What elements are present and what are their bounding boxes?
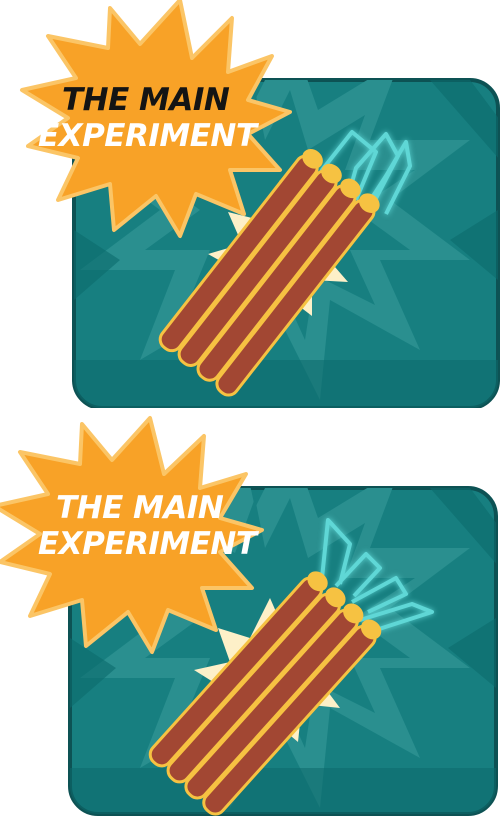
title-line-2: EXPERIMENT (38, 118, 260, 154)
title-line-1: THE MAIN (56, 490, 224, 526)
experiment-card-2[interactable]: THE MAIN EXPERIMENT (0, 408, 500, 816)
experiment-card-1[interactable]: THE MAIN EXPERIMENT (0, 0, 500, 408)
title-line-1: THE MAIN (62, 82, 230, 118)
title-line-2: EXPERIMENT (38, 526, 260, 562)
